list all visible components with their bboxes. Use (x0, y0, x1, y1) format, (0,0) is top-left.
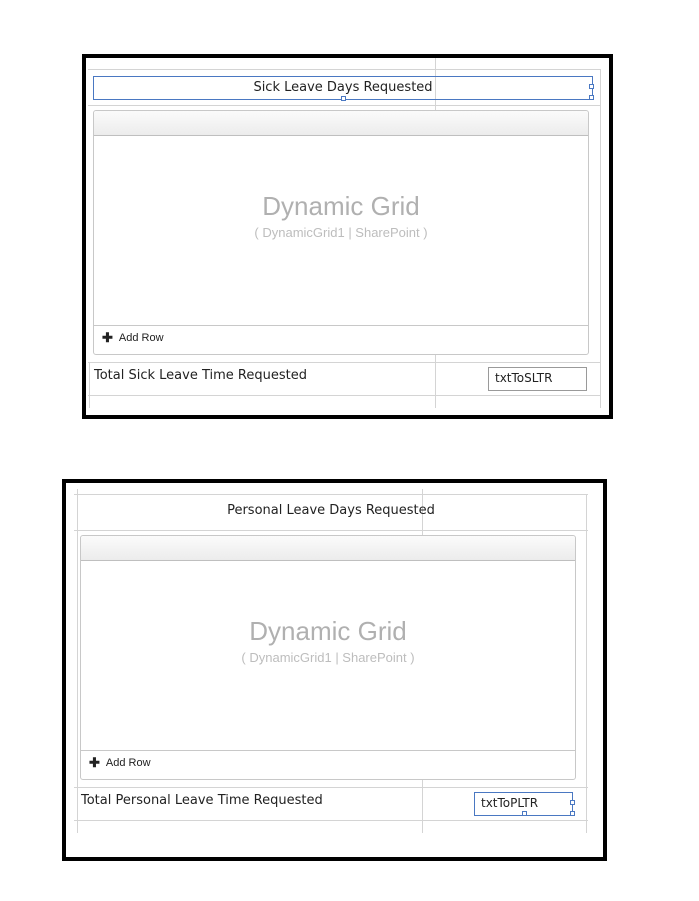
grid-footer: ✚ Add Row (94, 325, 588, 354)
add-row-label: Add Row (105, 757, 151, 769)
grid-header-row (94, 111, 588, 136)
total-personal-leave-label: Total Personal Leave Time Requested (81, 793, 323, 808)
layout-guide (89, 362, 90, 408)
grid-subtitle: ( DynamicGrid1 | SharePoint ) (254, 225, 428, 240)
sick-leave-panel: Sick Leave Days Requested Dynamic Grid (… (82, 54, 613, 419)
layout-guide (77, 489, 78, 833)
personal-leave-title-text: Personal Leave Days Requested (227, 503, 435, 518)
resize-handle[interactable] (589, 84, 594, 89)
layout-guide (600, 69, 601, 408)
resize-handle[interactable] (341, 96, 346, 101)
total-sick-leave-textbox[interactable]: txtToSLTR (488, 367, 587, 391)
add-row-button[interactable]: ✚ Add Row (89, 755, 151, 770)
layout-guide (74, 530, 588, 531)
resize-handle[interactable] (589, 95, 594, 100)
add-row-button[interactable]: ✚ Add Row (102, 330, 164, 345)
sick-leave-title-text: Sick Leave Days Requested (253, 80, 433, 95)
plus-icon: ✚ (102, 330, 113, 345)
resize-handle[interactable] (570, 811, 575, 816)
layout-guide (74, 494, 588, 495)
add-row-label: Add Row (118, 332, 164, 344)
layout-guide (88, 362, 601, 363)
layout-guide (88, 395, 601, 396)
sick-leave-dynamic-grid[interactable]: Dynamic Grid ( DynamicGrid1 | SharePoint… (93, 110, 589, 355)
grid-subtitle: ( DynamicGrid1 | SharePoint ) (241, 650, 415, 665)
layout-guide (88, 105, 601, 106)
resize-handle[interactable] (522, 811, 527, 816)
personal-leave-panel: Personal Leave Days Requested Dynamic Gr… (62, 479, 607, 861)
layout-guide (74, 787, 588, 788)
grid-title: Dynamic Grid (249, 616, 407, 646)
grid-title: Dynamic Grid (262, 191, 420, 221)
personal-leave-dynamic-grid[interactable]: Dynamic Grid ( DynamicGrid1 | SharePoint… (80, 535, 576, 780)
total-sick-leave-label: Total Sick Leave Time Requested (94, 368, 307, 383)
layout-guide (586, 494, 587, 833)
layout-guide (74, 820, 588, 821)
resize-handle[interactable] (570, 800, 575, 805)
grid-footer: ✚ Add Row (81, 750, 575, 779)
grid-header-row (81, 536, 575, 561)
layout-guide (88, 69, 601, 70)
plus-icon: ✚ (89, 755, 100, 770)
personal-leave-title: Personal Leave Days Requested (78, 502, 584, 524)
